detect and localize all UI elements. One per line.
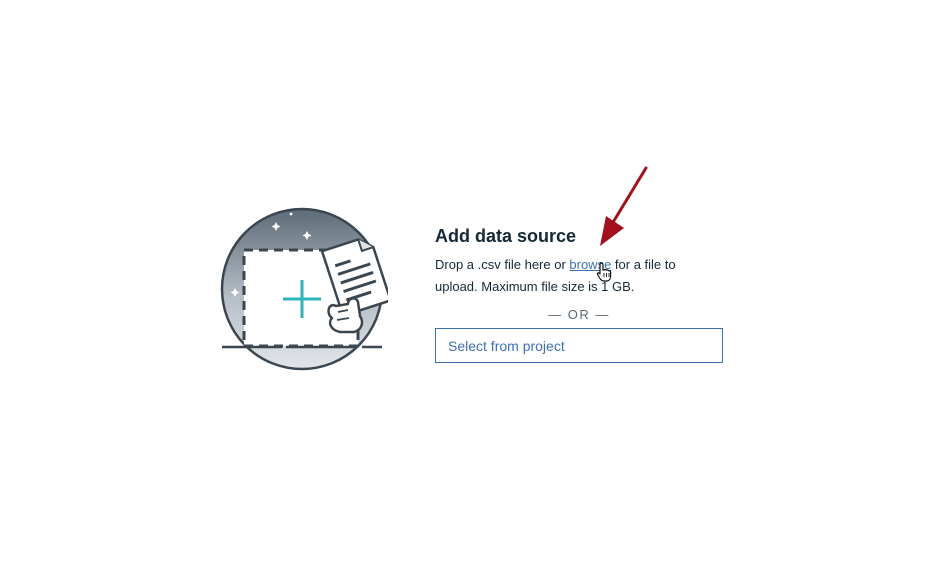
upload-panel: Add data source Drop a .csv file here or… <box>435 224 735 363</box>
upload-description: Drop a .csv file here or browse for a fi… <box>435 254 705 298</box>
hand-pointer-cursor-icon <box>596 262 612 282</box>
select-from-project-button[interactable]: Select from project <box>435 328 723 363</box>
upload-illustration-icon <box>218 198 393 380</box>
description-text-before-link: Drop a .csv file here or <box>435 257 570 272</box>
panel-title: Add data source <box>435 226 577 246</box>
or-divider: — OR — <box>548 307 610 322</box>
red-arrow-annotation-icon <box>600 166 648 246</box>
